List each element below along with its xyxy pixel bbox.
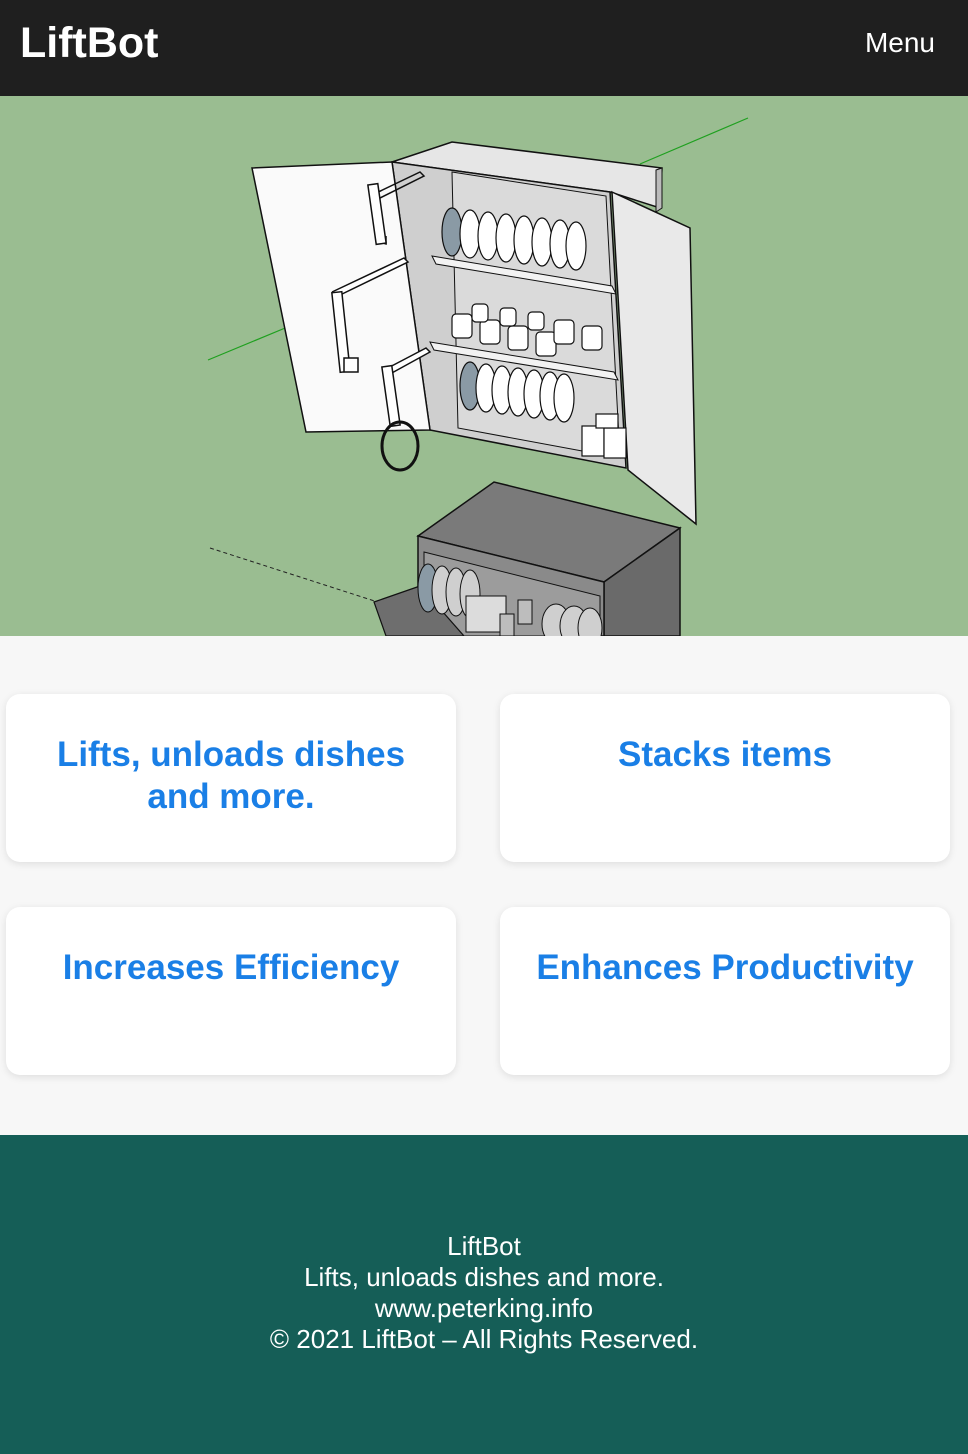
footer-tagline: Lifts, unloads dishes and more. xyxy=(304,1262,664,1292)
brand-logo-link[interactable]: LiftBot xyxy=(20,18,159,68)
feature-title: Enhances Productivity xyxy=(536,948,914,987)
footer-copyright: © 2021 LiftBot – All Rights Reserved. xyxy=(269,1324,699,1354)
cabinet-model-illustration xyxy=(207,117,749,636)
feature-title: Increases Efficiency xyxy=(62,948,400,987)
features-section: Lifts, unloads dishes and more. Stacks i… xyxy=(0,636,968,1135)
feature-title: Stacks items xyxy=(617,735,833,774)
footer-brand: LiftBot xyxy=(447,1231,521,1261)
menu-button[interactable]: Menu xyxy=(865,26,935,60)
feature-title: Lifts, unloads dishes and more. xyxy=(56,735,406,816)
site-header: LiftBot Menu xyxy=(0,0,968,96)
feature-card-stacks: Stacks items xyxy=(500,694,950,862)
feature-card-efficiency: Increases Efficiency xyxy=(6,907,456,1075)
feature-card-lifts: Lifts, unloads dishes and more. xyxy=(6,694,456,862)
site-footer: LiftBot Lifts, unloads dishes and more. … xyxy=(0,1135,968,1454)
hero-illustration xyxy=(0,96,968,636)
feature-card-productivity: Enhances Productivity xyxy=(500,907,950,1075)
footer-website-link[interactable]: www.peterking.info xyxy=(0,1293,968,1324)
